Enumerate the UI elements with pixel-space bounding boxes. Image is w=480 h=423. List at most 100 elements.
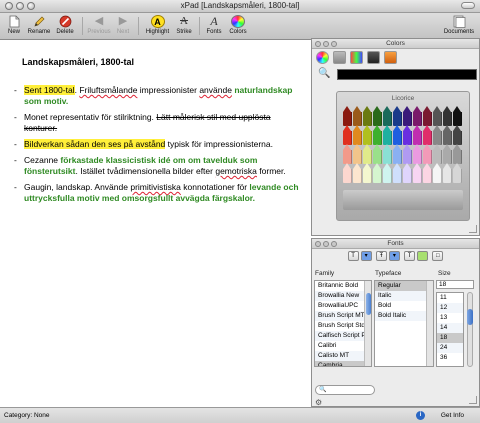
typeface-item[interactable]: Regular xyxy=(375,281,433,291)
crayon-swatch[interactable] xyxy=(433,144,442,164)
crayon-swatch[interactable] xyxy=(383,125,392,145)
get-info-button[interactable]: Get Info xyxy=(441,408,464,423)
font-family-item[interactable]: Brush Script MT xyxy=(315,311,371,321)
resize-handle[interactable] xyxy=(469,396,477,404)
typeface-list[interactable]: Regular Italic Bold Bold Italic xyxy=(374,280,434,367)
size-slider-thumb[interactable] xyxy=(467,309,473,325)
close-window-button[interactable] xyxy=(5,2,13,10)
font-family-item[interactable]: Brush Script Std xyxy=(315,321,371,331)
documents-button[interactable]: Documents xyxy=(441,13,477,40)
crayon-swatch[interactable] xyxy=(343,163,352,183)
zoom-window-button[interactable] xyxy=(27,2,35,10)
crayon-swatch[interactable] xyxy=(453,125,462,145)
crayon-swatch[interactable] xyxy=(423,144,432,164)
image-palettes-mode-icon[interactable] xyxy=(367,51,380,64)
info-icon[interactable]: i xyxy=(416,411,425,420)
shadow-icon[interactable]: □ xyxy=(432,251,444,261)
strikethrough-icon[interactable]: Ŧ xyxy=(375,251,387,261)
magnifier-icon[interactable]: 🔍 xyxy=(318,68,330,79)
underline-icon[interactable]: T xyxy=(347,251,359,261)
crayon-swatch[interactable] xyxy=(403,106,412,126)
crayon-swatch[interactable] xyxy=(423,125,432,145)
crayon-swatch[interactable] xyxy=(373,106,382,126)
gear-icon[interactable]: ⚙ xyxy=(315,398,322,407)
crayon-swatch[interactable] xyxy=(433,163,442,183)
crayon-swatch[interactable] xyxy=(363,125,372,145)
strikethrough-menu-icon[interactable]: ▾ xyxy=(388,251,400,261)
delete-button[interactable]: Delete xyxy=(53,13,77,40)
font-size-input[interactable]: 18 xyxy=(436,280,474,289)
font-family-item[interactable]: BrowalliaUPC xyxy=(315,301,371,311)
crayon-swatch[interactable] xyxy=(413,106,422,126)
crayon-swatch[interactable] xyxy=(413,125,422,145)
crayon-swatch[interactable] xyxy=(353,125,362,145)
crayon-swatch[interactable] xyxy=(393,125,402,145)
crayon-swatch[interactable] xyxy=(443,163,452,183)
highlight-button[interactable]: A Highlight xyxy=(143,13,172,40)
font-family-item[interactable]: Calibri xyxy=(315,341,371,351)
font-family-item[interactable]: Calfisch Script Pro xyxy=(315,331,371,341)
crayon-swatch[interactable] xyxy=(343,144,352,164)
font-size-item[interactable]: 18 xyxy=(437,333,463,343)
font-size-item[interactable]: 24 xyxy=(437,343,463,353)
crayon-swatch[interactable] xyxy=(433,125,442,145)
crayon-swatch[interactable] xyxy=(453,163,462,183)
font-size-item[interactable]: 36 xyxy=(437,353,463,363)
document-color-icon[interactable] xyxy=(417,251,429,261)
font-family-item[interactable]: Browallia New xyxy=(315,291,371,301)
document-editor[interactable]: Landskapsmåleri, 1800-tal - Sent 1800-ta… xyxy=(0,41,311,407)
underline-menu-icon[interactable]: ▾ xyxy=(360,251,372,261)
crayon-swatch[interactable] xyxy=(443,125,452,145)
crayon-swatch[interactable] xyxy=(403,144,412,164)
minimize-window-button[interactable] xyxy=(16,2,24,10)
crayon-swatch[interactable] xyxy=(423,106,432,126)
crayon-swatch[interactable] xyxy=(363,144,372,164)
current-color-swatch[interactable] xyxy=(337,69,477,80)
rename-button[interactable]: Rename xyxy=(26,13,52,40)
crayon-swatch[interactable] xyxy=(363,163,372,183)
close-panel-button[interactable] xyxy=(315,41,321,47)
crayon-swatch[interactable] xyxy=(433,106,442,126)
crayon-swatch[interactable] xyxy=(423,163,432,183)
font-family-item[interactable]: Calisto MT xyxy=(315,351,371,361)
crayon-swatch[interactable] xyxy=(413,144,422,164)
crayon-swatch[interactable] xyxy=(343,106,352,126)
font-search-input[interactable]: 🔍 xyxy=(315,385,375,395)
typeface-item[interactable]: Bold xyxy=(375,301,433,311)
fonts-button[interactable]: A Fonts xyxy=(203,13,225,40)
font-family-item[interactable]: Cambria xyxy=(315,361,371,366)
crayon-swatch[interactable] xyxy=(373,163,382,183)
font-size-item[interactable]: 11 xyxy=(437,293,463,303)
typeface-item[interactable]: Italic xyxy=(375,291,433,301)
family-scrollbar[interactable] xyxy=(364,281,371,366)
sliders-mode-icon[interactable] xyxy=(333,51,346,64)
crayon-swatch[interactable] xyxy=(413,163,422,183)
font-size-item[interactable]: 12 xyxy=(437,303,463,313)
font-size-item[interactable]: 13 xyxy=(437,313,463,323)
font-family-item[interactable]: Britannic Bold xyxy=(315,281,371,291)
size-list[interactable]: 11 12 13 14 18 24 36 xyxy=(436,292,464,367)
crayon-swatch[interactable] xyxy=(373,144,382,164)
zoom-panel-button[interactable] xyxy=(331,241,337,247)
font-size-item[interactable]: 14 xyxy=(437,323,463,333)
crayon-swatch[interactable] xyxy=(383,106,392,126)
color-wheel-mode-icon[interactable] xyxy=(316,51,329,64)
crayon-swatch[interactable] xyxy=(393,163,402,183)
crayon-swatch[interactable] xyxy=(383,163,392,183)
size-slider-track[interactable] xyxy=(467,292,473,367)
text-color-icon[interactable]: T xyxy=(404,251,416,261)
toolbar-toggle-button[interactable] xyxy=(461,2,475,9)
crayon-swatch[interactable] xyxy=(343,125,352,145)
crayon-swatch[interactable] xyxy=(443,106,452,126)
crayon-swatch[interactable] xyxy=(353,163,362,183)
palettes-mode-icon[interactable] xyxy=(350,51,363,64)
strike-button[interactable]: A Strike xyxy=(173,13,195,40)
typeface-item[interactable]: Bold Italic xyxy=(375,311,433,321)
resize-handle[interactable] xyxy=(469,225,477,233)
family-list[interactable]: Britannic Bold Browallia New BrowalliaUPC B… xyxy=(314,280,372,367)
colors-button[interactable]: Colors xyxy=(226,13,250,40)
crayon-swatch[interactable] xyxy=(363,106,372,126)
crayon-swatch[interactable] xyxy=(393,106,402,126)
crayon-swatch[interactable] xyxy=(403,163,412,183)
crayons-mode-icon[interactable] xyxy=(384,51,397,64)
